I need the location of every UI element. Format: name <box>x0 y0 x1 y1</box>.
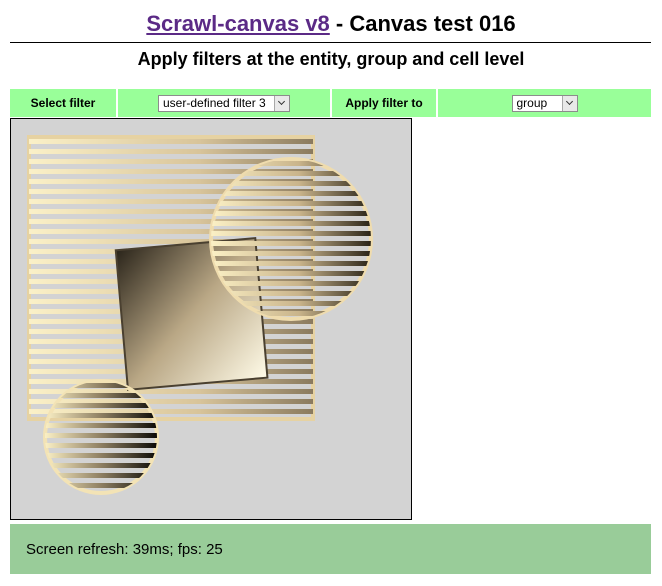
select-filter-label: Select filter <box>30 96 96 110</box>
filter-select-cell: user-defined filter 3 <box>118 89 330 117</box>
target-select-value: group <box>516 96 548 110</box>
demo-canvas[interactable] <box>10 118 412 520</box>
circle-stripe <box>45 453 157 458</box>
rectangle-stripe <box>29 139 313 144</box>
apply-filter-to-label: Apply filter to <box>345 96 423 110</box>
status-text: Screen refresh: 39ms; fps: 25 <box>26 540 223 558</box>
gradient-square <box>114 237 269 391</box>
circle-stripe <box>211 241 371 246</box>
title-suffix: - Canvas test 016 <box>329 11 516 36</box>
circle-stripe <box>211 251 371 256</box>
chevron-down-icon <box>274 95 289 111</box>
filter-select-value: user-defined filter 3 <box>163 96 266 110</box>
circle-stripe <box>45 413 157 418</box>
striped-circle-small <box>43 379 159 495</box>
circle-stripe <box>211 261 371 266</box>
circle-stripe <box>45 483 157 488</box>
circle-stripe <box>45 423 157 428</box>
apply-filter-to-cell: Apply filter to <box>332 89 436 117</box>
target-select[interactable]: group <box>511 94 578 112</box>
circle-stripe <box>211 191 371 196</box>
canvas-drawing <box>27 135 373 495</box>
title-divider <box>10 42 651 43</box>
circle-stripe <box>211 281 371 286</box>
circle-stripe <box>211 291 371 296</box>
circle-stripe <box>45 463 157 468</box>
filter-select[interactable]: user-defined filter 3 <box>158 94 290 112</box>
target-select-cell: group <box>438 89 651 117</box>
circle-stripe <box>211 271 371 276</box>
circle-stripe <box>45 433 157 438</box>
select-filter-cell: Select filter <box>10 89 116 117</box>
circle-stripe <box>211 211 371 216</box>
scrawl-canvas-link[interactable]: Scrawl-canvas v8 <box>146 11 329 36</box>
page-subtitle: Apply filters at the entity, group and c… <box>137 49 525 69</box>
circle-stripe <box>45 443 157 448</box>
page-title: Scrawl-canvas v8 - Canvas test 016 <box>0 10 662 38</box>
controls-bar: Select filter user-defined filter 3 Appl… <box>0 89 662 117</box>
circle-stripe <box>45 403 157 408</box>
status-bar: Screen refresh: 39ms; fps: 25 <box>10 524 651 574</box>
chevron-down-icon <box>561 95 577 111</box>
circle-stripe <box>211 201 371 206</box>
circle-stripe <box>211 231 371 236</box>
rectangle-stripe <box>29 149 313 154</box>
circle-stripe <box>211 221 371 226</box>
